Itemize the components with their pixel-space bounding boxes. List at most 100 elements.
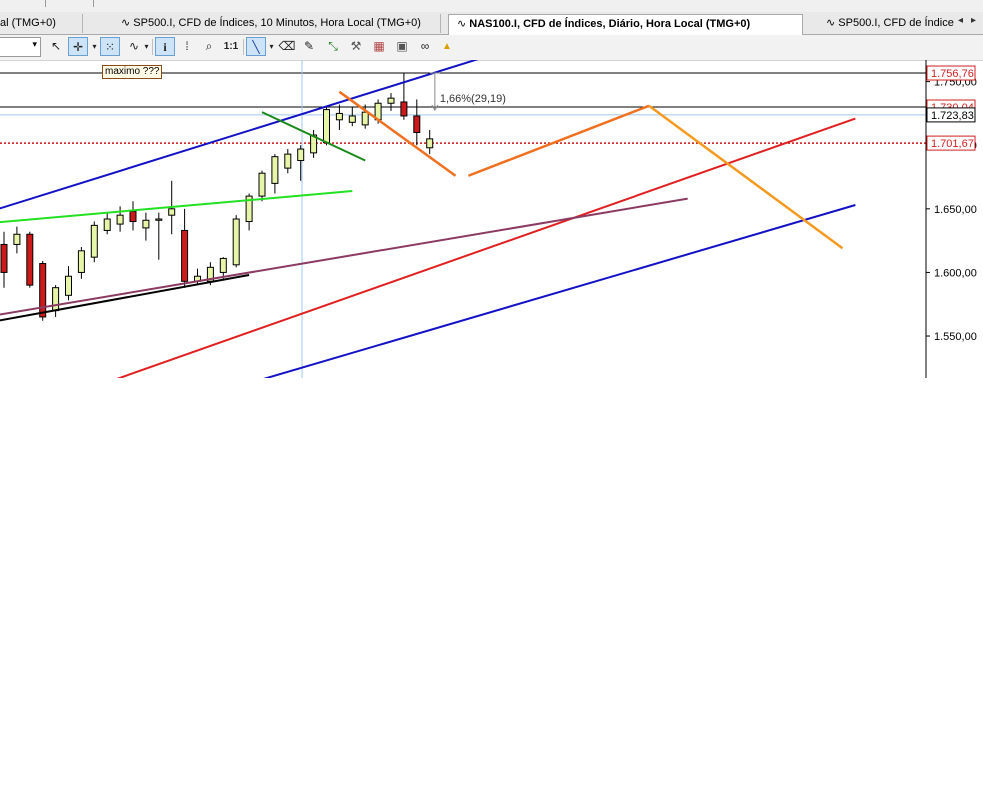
tab-label: SP500.I, CFD de Índices, 10 Minutos, Hor…	[133, 17, 421, 29]
candle	[323, 107, 330, 146]
strip-divider	[45, 0, 46, 7]
chart-tab-bar: al (TMG+0) ∿ SP500.I, CFD de Índices, 10…	[0, 12, 983, 35]
chart-line-icon: ∿	[457, 18, 467, 30]
candle-body-bull	[297, 148, 305, 161]
candle-body-bear	[413, 115, 421, 134]
candle-body-bull	[168, 208, 176, 216]
candle-body-bull	[13, 233, 21, 245]
candle	[194, 268, 201, 286]
candle	[413, 99, 421, 146]
chart-line-icon: ∿	[121, 17, 131, 29]
candle	[181, 208, 189, 288]
tab-scroll-right-icon[interactable]: ▸	[971, 15, 976, 26]
price-chart[interactable]: 1,66%(29,19) 1.550,00 1.600,00 1.650,00 1.70…	[0, 60, 983, 380]
symbol-combo[interactable]: ▾	[0, 37, 41, 57]
lower-channel-line[interactable]	[198, 204, 856, 380]
candle	[348, 107, 356, 127]
purple-trendline[interactable]	[0, 197, 688, 319]
candle-body-bull	[155, 218, 163, 221]
candle	[335, 104, 343, 130]
links-icon[interactable]: ∞	[415, 37, 435, 56]
chart-canvas[interactable]: 1,66%(29,19) 1.550,00 1.600,00 1.650,00 1.70…	[0, 60, 983, 380]
zoom-1to1-icon[interactable]: 1:1	[221, 37, 241, 56]
candle-body-bull	[361, 111, 369, 126]
candle-body-bear	[400, 101, 408, 117]
candle	[116, 206, 124, 232]
chevron-down-icon: ▾	[32, 39, 37, 49]
crosshair-icon[interactable]: ✛	[68, 37, 88, 56]
price-label: 1.723,83	[931, 110, 974, 122]
info-icon[interactable]: i	[155, 37, 175, 56]
candle	[310, 129, 318, 158]
zoom-icon[interactable]: ⌕	[199, 37, 219, 56]
eraser-icon[interactable]: ⌫	[277, 37, 297, 56]
tab-sp500-partial[interactable]: ∿ SP500.I, CFD de Índice	[826, 14, 954, 33]
grid-icon[interactable]: ⁙	[100, 37, 120, 56]
candle	[13, 226, 21, 254]
tab-scroll-left-icon[interactable]: ◂	[958, 15, 963, 26]
candle-body-bear	[0, 243, 8, 273]
candle	[400, 72, 408, 120]
candle	[26, 231, 34, 288]
candle	[258, 170, 266, 202]
chevron-down-icon[interactable]: ▾	[267, 37, 276, 56]
tab-nas100-daily[interactable]: ∿ NAS100.I, CFD de Índices, Diário, Hora…	[448, 14, 803, 35]
pattern-icon[interactable]: ⚒	[346, 37, 366, 56]
orange-down-line-1[interactable]	[338, 90, 457, 177]
candle-body-bear	[39, 263, 47, 318]
cursor-arrow-icon[interactable]: ↖	[46, 37, 66, 56]
price-label: 1.701,67	[931, 138, 974, 150]
candle-body-bull	[103, 218, 111, 231]
paint-icon[interactable]: ✎	[299, 37, 319, 56]
candle-body-bull	[348, 115, 356, 123]
chevron-down-icon[interactable]: ▾	[142, 37, 151, 56]
candle-body-bull	[52, 287, 60, 312]
template-icon[interactable]: ▦	[369, 37, 389, 56]
candle-body-bull	[284, 153, 292, 169]
y-tick-label: 1.650,00	[934, 204, 977, 216]
tab-label: al (TMG+0)	[0, 17, 56, 29]
chart-template-icon[interactable]: ▣	[392, 37, 412, 56]
candle	[0, 231, 8, 288]
black-support-line[interactable]	[0, 273, 250, 322]
tab-label: SP500.I, CFD de Índice	[838, 17, 954, 29]
measure-label: 1,66%(29,19)	[440, 93, 506, 105]
note-label-maximo[interactable]: maximo ???	[102, 65, 163, 79]
candle	[52, 285, 60, 317]
candle-body-bull	[90, 224, 98, 258]
candle	[387, 93, 395, 111]
alarm-icon[interactable]: ▲	[437, 37, 457, 56]
lime-trendline[interactable]	[0, 190, 353, 224]
candle-body-bull	[77, 250, 85, 273]
candle	[129, 201, 137, 231]
orange-down-line-2[interactable]	[648, 104, 844, 250]
period-separator-icon[interactable]: ⁞	[177, 37, 197, 56]
fibonacci-icon[interactable]: ⤡	[323, 37, 343, 56]
strip-divider	[93, 0, 94, 7]
red-trendline[interactable]	[94, 117, 856, 380]
trendline-icon[interactable]: ╲	[246, 37, 266, 56]
candle	[271, 154, 279, 194]
candle	[90, 221, 98, 263]
tab-nas100-partial[interactable]: al (TMG+0)	[0, 14, 83, 33]
candle-body-bull	[65, 275, 72, 296]
candle-body-bull	[323, 109, 330, 144]
candle-body-bull	[258, 172, 266, 197]
candle	[219, 257, 227, 279]
toolbar-separator	[243, 39, 244, 55]
candle-body-bull	[232, 218, 240, 266]
candle	[426, 129, 434, 155]
candle-body-bull	[335, 112, 343, 121]
indicator-icon[interactable]: ∿	[124, 37, 144, 56]
candle-body-bull	[271, 156, 279, 184]
candle	[77, 246, 85, 279]
candle-body-bull	[116, 214, 124, 225]
candle-body-bull	[219, 257, 227, 273]
orange-up-line[interactable]	[467, 104, 650, 177]
candle	[232, 215, 240, 268]
price-label: 1.756,76	[931, 68, 974, 80]
chevron-down-icon[interactable]: ▾	[90, 37, 99, 56]
chart-toolbar: ▾ ↖ ✛ ▾ ⁙ ∿ ▾ i ⁞ ⌕ 1:1 ╲ ▾ ⌫ ✎ ⤡ ⚒ ▦ ▣ …	[0, 35, 983, 61]
candle	[155, 212, 163, 260]
tab-sp500-10min[interactable]: ∿ SP500.I, CFD de Índices, 10 Minutos, H…	[118, 14, 441, 33]
